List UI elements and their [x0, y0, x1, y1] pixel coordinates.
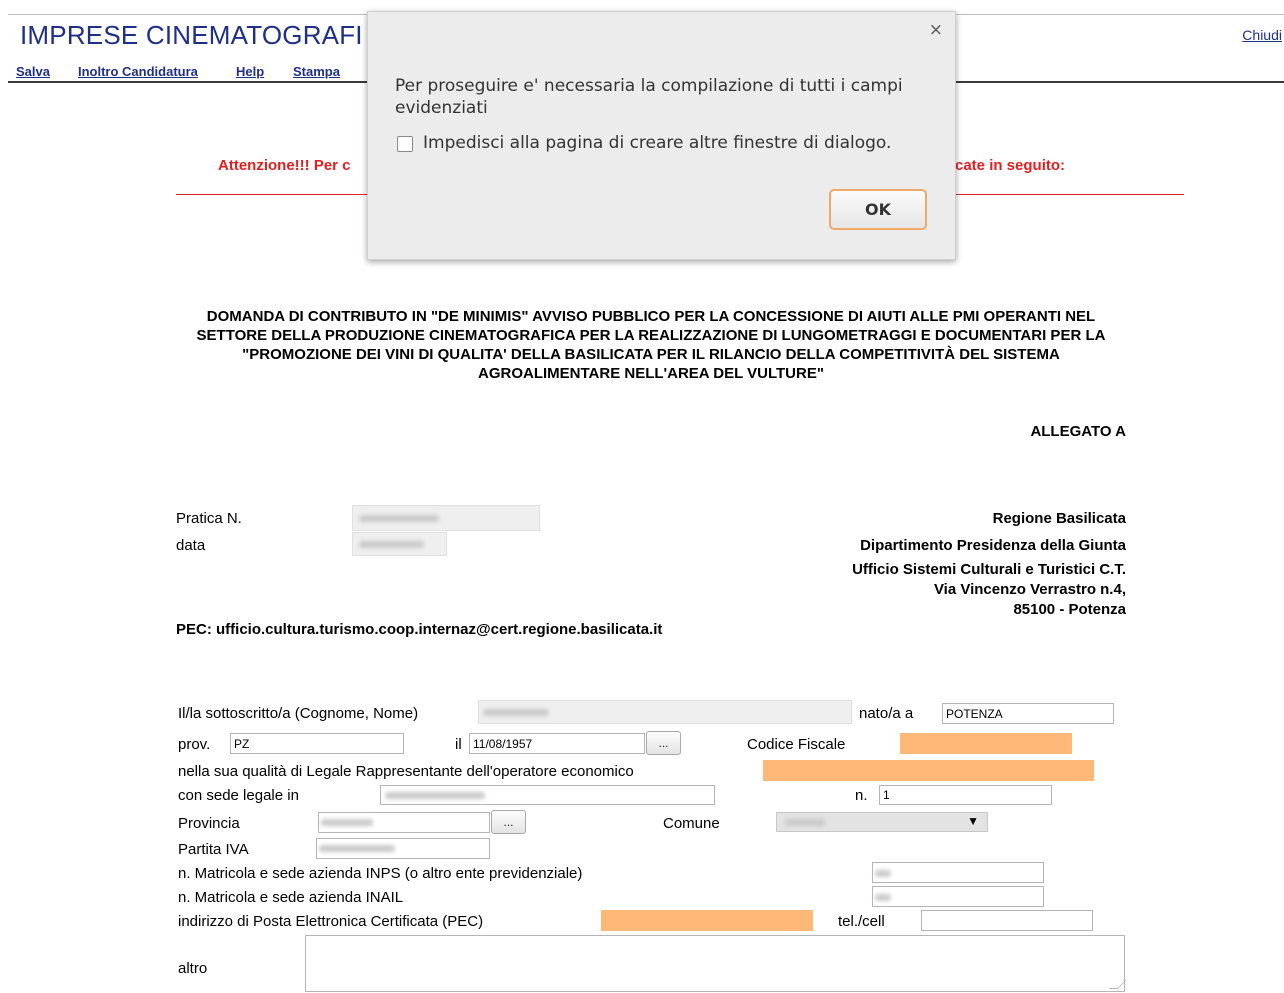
pratica-field [352, 505, 540, 531]
menu-salva[interactable]: Salva [16, 64, 50, 79]
document-heading: DOMANDA DI CONTRIBUTO IN "DE MINIMIS" AV… [196, 308, 1106, 382]
altro-label: altro [178, 960, 208, 977]
close-icon[interactable]: × [929, 20, 943, 40]
dialog-message: Per proseguire e' necessaria la compilaz… [395, 76, 903, 118]
sede-legale-field[interactable] [380, 785, 715, 805]
pratica-label: Pratica N. [176, 510, 242, 527]
partita-iva-label: Partita IVA [178, 841, 249, 858]
suppress-dialogs-checkbox[interactable] [397, 136, 413, 152]
close-link[interactable]: Chiudi [1242, 27, 1282, 43]
tel-field[interactable] [921, 910, 1093, 931]
suppress-dialogs-label[interactable]: Impedisci alla pagina di creare altre fi… [423, 133, 891, 153]
civic-number-label: n. [855, 787, 868, 804]
recipient-line-3: Ufficio Sistemi Culturali e Turistici C.… [852, 561, 1126, 578]
civic-number-field[interactable] [879, 785, 1052, 805]
comune-select[interactable]: ▼ [776, 812, 988, 832]
inail-field[interactable] [872, 886, 1044, 907]
provincia-picker-button[interactable]: ... [491, 810, 526, 834]
sottoscritto-label: Il/la sottoscritto/a (Cognome, Nome) [178, 705, 419, 722]
recipient-line-1: Regione Basilicata [992, 510, 1126, 527]
sottoscritto-field[interactable] [478, 700, 852, 724]
partita-iva-field[interactable] [316, 838, 490, 859]
warning-text-left: Attenzione!!! Per c [218, 157, 351, 174]
allegato-label: ALLEGATO A [1030, 423, 1126, 440]
tel-label: tel./cell [838, 913, 885, 930]
alert-dialog: × Per proseguire e' necessaria la compil… [367, 11, 956, 260]
app-title: IMPRESE CINEMATOGRAFI [20, 20, 363, 50]
data-field [352, 532, 447, 556]
qualita-label: nella sua qualità di Legale Rappresentan… [178, 763, 634, 780]
inail-label: n. Matricola e sede azienda INAIL [178, 889, 404, 906]
warning-text-right: cate in seguito: [955, 157, 1066, 174]
menu-help[interactable]: Help [236, 64, 264, 79]
codice-fiscale-field[interactable] [900, 733, 1072, 754]
resize-grip-icon[interactable] [1108, 980, 1127, 989]
nato-field[interactable] [942, 703, 1114, 724]
ok-button[interactable]: OK [829, 189, 927, 230]
data-label: data [176, 537, 206, 554]
sede-legale-label: con sede legale in [178, 787, 299, 804]
chevron-down-icon: ▼ [967, 814, 979, 828]
menu-stampa[interactable]: Stampa [293, 64, 340, 79]
provincia-field[interactable] [318, 812, 490, 833]
codice-fiscale-label: Codice Fiscale [747, 736, 846, 753]
pec-address: PEC: ufficio.cultura.turismo.coop.intern… [176, 621, 663, 638]
prov-label: prov. [178, 736, 211, 753]
birth-date-field[interactable] [469, 733, 645, 754]
recipient-line-2: Dipartimento Presidenza della Giunta [860, 537, 1126, 554]
il-label: il [455, 736, 462, 753]
date-picker-button[interactable]: ... [646, 731, 681, 755]
menu-inoltro-candidatura[interactable]: Inoltro Candidatura [78, 64, 198, 79]
inps-field[interactable] [872, 862, 1044, 883]
provincia-label: Provincia [178, 815, 240, 832]
pec-field[interactable] [601, 910, 813, 931]
nato-label: nato/a a [859, 705, 914, 722]
operatore-economico-field[interactable] [763, 760, 1094, 781]
prov-field[interactable] [230, 733, 404, 754]
altro-textarea[interactable] [305, 935, 1127, 992]
inps-label: n. Matricola e sede azienda INPS (o altr… [178, 865, 583, 882]
pec-label: indirizzo di Posta Elettronica Certifica… [178, 913, 484, 930]
recipient-line-4: Via Vincenzo Verrastro n.4, [933, 581, 1126, 598]
recipient-line-5: 85100 - Potenza [1013, 601, 1126, 618]
comune-label: Comune [663, 815, 720, 832]
